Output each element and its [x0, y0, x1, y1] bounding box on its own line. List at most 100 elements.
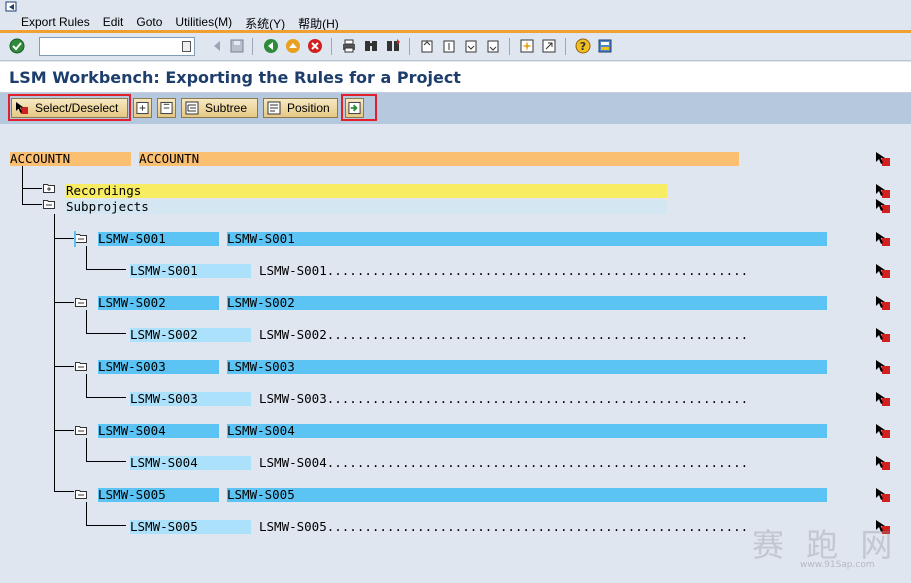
- folder-open-icon[interactable]: [75, 297, 87, 307]
- tree-line: [54, 366, 74, 367]
- select-icon[interactable]: [875, 231, 891, 247]
- enter-check-icon[interactable]: [9, 38, 25, 54]
- collapse-tree-icon: [160, 101, 173, 115]
- subproject-name[interactable]: LSMW-S002: [227, 296, 827, 310]
- separator: [509, 38, 510, 55]
- print-icon[interactable]: [341, 38, 357, 54]
- subprojects-node[interactable]: Subprojects: [66, 200, 667, 214]
- folder-closed-icon[interactable]: [43, 183, 55, 193]
- select-icon[interactable]: [875, 151, 891, 167]
- tree-line: [86, 333, 126, 334]
- select-icon[interactable]: [875, 391, 891, 407]
- arrow-left-icon[interactable]: [209, 38, 225, 54]
- object-code[interactable]: LSMW-S003: [130, 392, 251, 406]
- object-code[interactable]: LSMW-S005: [130, 520, 251, 534]
- layout-icon[interactable]: [597, 38, 613, 54]
- subproject-code[interactable]: LSMW-S001: [98, 232, 219, 246]
- standard-toolbar: ?: [0, 33, 911, 61]
- expand-node-button[interactable]: [133, 98, 152, 118]
- tree-line: [54, 491, 74, 492]
- tree-line: [54, 238, 74, 239]
- shortcut-icon[interactable]: [541, 38, 557, 54]
- tree-line: [54, 214, 55, 491]
- subproject-code[interactable]: LSMW-S004: [98, 424, 219, 438]
- save-icon[interactable]: [229, 38, 245, 54]
- help-icon[interactable]: ?: [575, 38, 591, 54]
- subproject-name[interactable]: LSMW-S001: [227, 232, 827, 246]
- exit-icon[interactable]: [285, 38, 301, 54]
- node-marker: [74, 231, 76, 247]
- separator: [565, 38, 566, 55]
- folder-open-icon[interactable]: [75, 233, 87, 243]
- menu-bar: Export Rules Edit Goto Utilities(M) 系统(Y…: [0, 0, 911, 33]
- tree-line: [86, 374, 87, 397]
- object-code[interactable]: LSMW-S002: [130, 328, 251, 342]
- tree-line: [22, 204, 42, 205]
- tree-line: [22, 188, 42, 189]
- next-page-icon[interactable]: [463, 38, 479, 54]
- position-button[interactable]: Position: [263, 98, 338, 118]
- position-icon: [267, 101, 281, 115]
- object-name[interactable]: LSMW-S002...............................…: [259, 328, 859, 342]
- back-icon[interactable]: [263, 38, 279, 54]
- subproject-code[interactable]: LSMW-S003: [98, 360, 219, 374]
- command-field[interactable]: [39, 37, 195, 56]
- subproject-code[interactable]: LSMW-S002: [98, 296, 219, 310]
- tree-line: [86, 269, 126, 270]
- select-icon[interactable]: [875, 295, 891, 311]
- command-input[interactable]: [40, 38, 178, 55]
- tree-line: [54, 430, 74, 431]
- select-icon[interactable]: [875, 423, 891, 439]
- collapse-node-button[interactable]: [157, 98, 176, 118]
- svg-text:?: ?: [580, 40, 586, 53]
- find-next-icon[interactable]: [385, 38, 401, 54]
- object-name[interactable]: LSMW-S003...............................…: [259, 392, 859, 406]
- separator: [409, 38, 410, 55]
- tree-line: [86, 310, 87, 333]
- tree-line: [86, 461, 126, 462]
- select-icon[interactable]: [875, 327, 891, 343]
- select-icon[interactable]: [875, 183, 891, 199]
- subproject-name[interactable]: LSMW-S003: [227, 360, 827, 374]
- object-code[interactable]: LSMW-S004: [130, 456, 251, 470]
- object-name[interactable]: LSMW-S004...............................…: [259, 456, 859, 470]
- title-bar: LSM Workbench: Exporting the Rules for a…: [0, 62, 911, 93]
- separator: [331, 38, 332, 55]
- page-title: LSM Workbench: Exporting the Rules for a…: [9, 68, 461, 87]
- cancel-icon[interactable]: [307, 38, 323, 54]
- create-session-icon[interactable]: [519, 38, 535, 54]
- first-page-icon[interactable]: [419, 38, 435, 54]
- separator: [252, 38, 253, 55]
- select-icon[interactable]: [875, 198, 891, 214]
- select-icon[interactable]: [875, 263, 891, 279]
- select-icon[interactable]: [875, 359, 891, 375]
- select-icon[interactable]: [875, 487, 891, 503]
- select-icon[interactable]: [875, 455, 891, 471]
- folder-open-icon[interactable]: [75, 489, 87, 499]
- folder-open-icon[interactable]: [43, 199, 55, 209]
- folder-open-icon[interactable]: [75, 361, 87, 371]
- recordings-node[interactable]: Recordings: [66, 184, 667, 198]
- command-history-icon[interactable]: [182, 41, 191, 52]
- root-code[interactable]: ACCOUNTN: [10, 152, 131, 166]
- find-icon[interactable]: [363, 38, 379, 54]
- folder-open-icon[interactable]: [75, 425, 87, 435]
- object-code[interactable]: LSMW-S001: [130, 264, 251, 278]
- highlight-box: [341, 94, 377, 121]
- subtree-button[interactable]: Subtree: [181, 98, 258, 118]
- expand-tree-icon: [136, 101, 149, 115]
- tree-line: [86, 438, 87, 461]
- subproject-name[interactable]: LSMW-S004: [227, 424, 827, 438]
- subproject-name[interactable]: LSMW-S005: [227, 488, 827, 502]
- object-name[interactable]: LSMW-S001...............................…: [259, 264, 859, 278]
- watermark-url: www.91Sap.com: [800, 560, 875, 570]
- tree-line: [86, 525, 126, 526]
- system-menu-icon[interactable]: [5, 1, 19, 13]
- tree-line: [54, 302, 74, 303]
- subproject-code[interactable]: LSMW-S005: [98, 488, 219, 502]
- subtree-icon: [185, 101, 199, 115]
- previous-page-icon[interactable]: [441, 38, 457, 54]
- root-name[interactable]: ACCOUNTN: [139, 152, 739, 166]
- tree-line: [86, 397, 126, 398]
- last-page-icon[interactable]: [485, 38, 501, 54]
